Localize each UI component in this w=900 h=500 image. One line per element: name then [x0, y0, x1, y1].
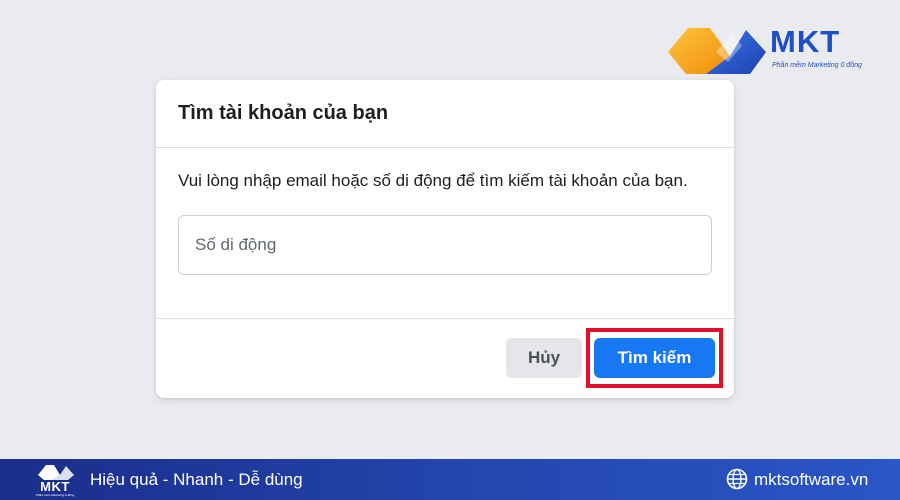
dialog-header: Tìm tài khoản của bạn: [156, 80, 734, 148]
website-link[interactable]: mktsoftware.vn: [754, 470, 868, 490]
footer-banner: MKT Phần mềm Marketing 0 đồng Hiệu quả -…: [0, 459, 900, 500]
dialog-body: Vui lòng nhập email hoặc số di động để t…: [156, 148, 734, 319]
globe-icon: [726, 468, 748, 490]
dialog-title: Tìm tài khoản của bạn: [178, 102, 389, 124]
banner-logo: MKT Phần mềm Marketing 0 đồng: [34, 463, 76, 497]
banner-logo-text: MKT: [40, 479, 70, 494]
find-account-dialog: Tìm tài khoản của bạn Vui lòng nhập emai…: [156, 80, 734, 398]
mkt-logo-mark-icon: [668, 28, 766, 74]
dialog-footer: Hủy Tìm kiếm: [156, 319, 734, 397]
phone-number-input[interactable]: [178, 215, 712, 275]
search-button[interactable]: Tìm kiếm: [594, 338, 715, 378]
banner-logo-tagline: Phần mềm Marketing 0 đồng: [35, 493, 75, 497]
cancel-button[interactable]: Hủy: [506, 338, 582, 378]
mkt-logo-text: MKT: [770, 24, 841, 59]
banner-slogan: Hiệu quả - Nhanh - Dễ dùng: [90, 470, 303, 489]
mkt-logo: MKT Phần mềm Marketing 0 đồng: [666, 22, 876, 80]
dialog-description: Vui lòng nhập email hoặc số di động để t…: [178, 171, 688, 190]
mkt-logo-tagline: Phần mềm Marketing 0 đồng: [772, 62, 862, 69]
